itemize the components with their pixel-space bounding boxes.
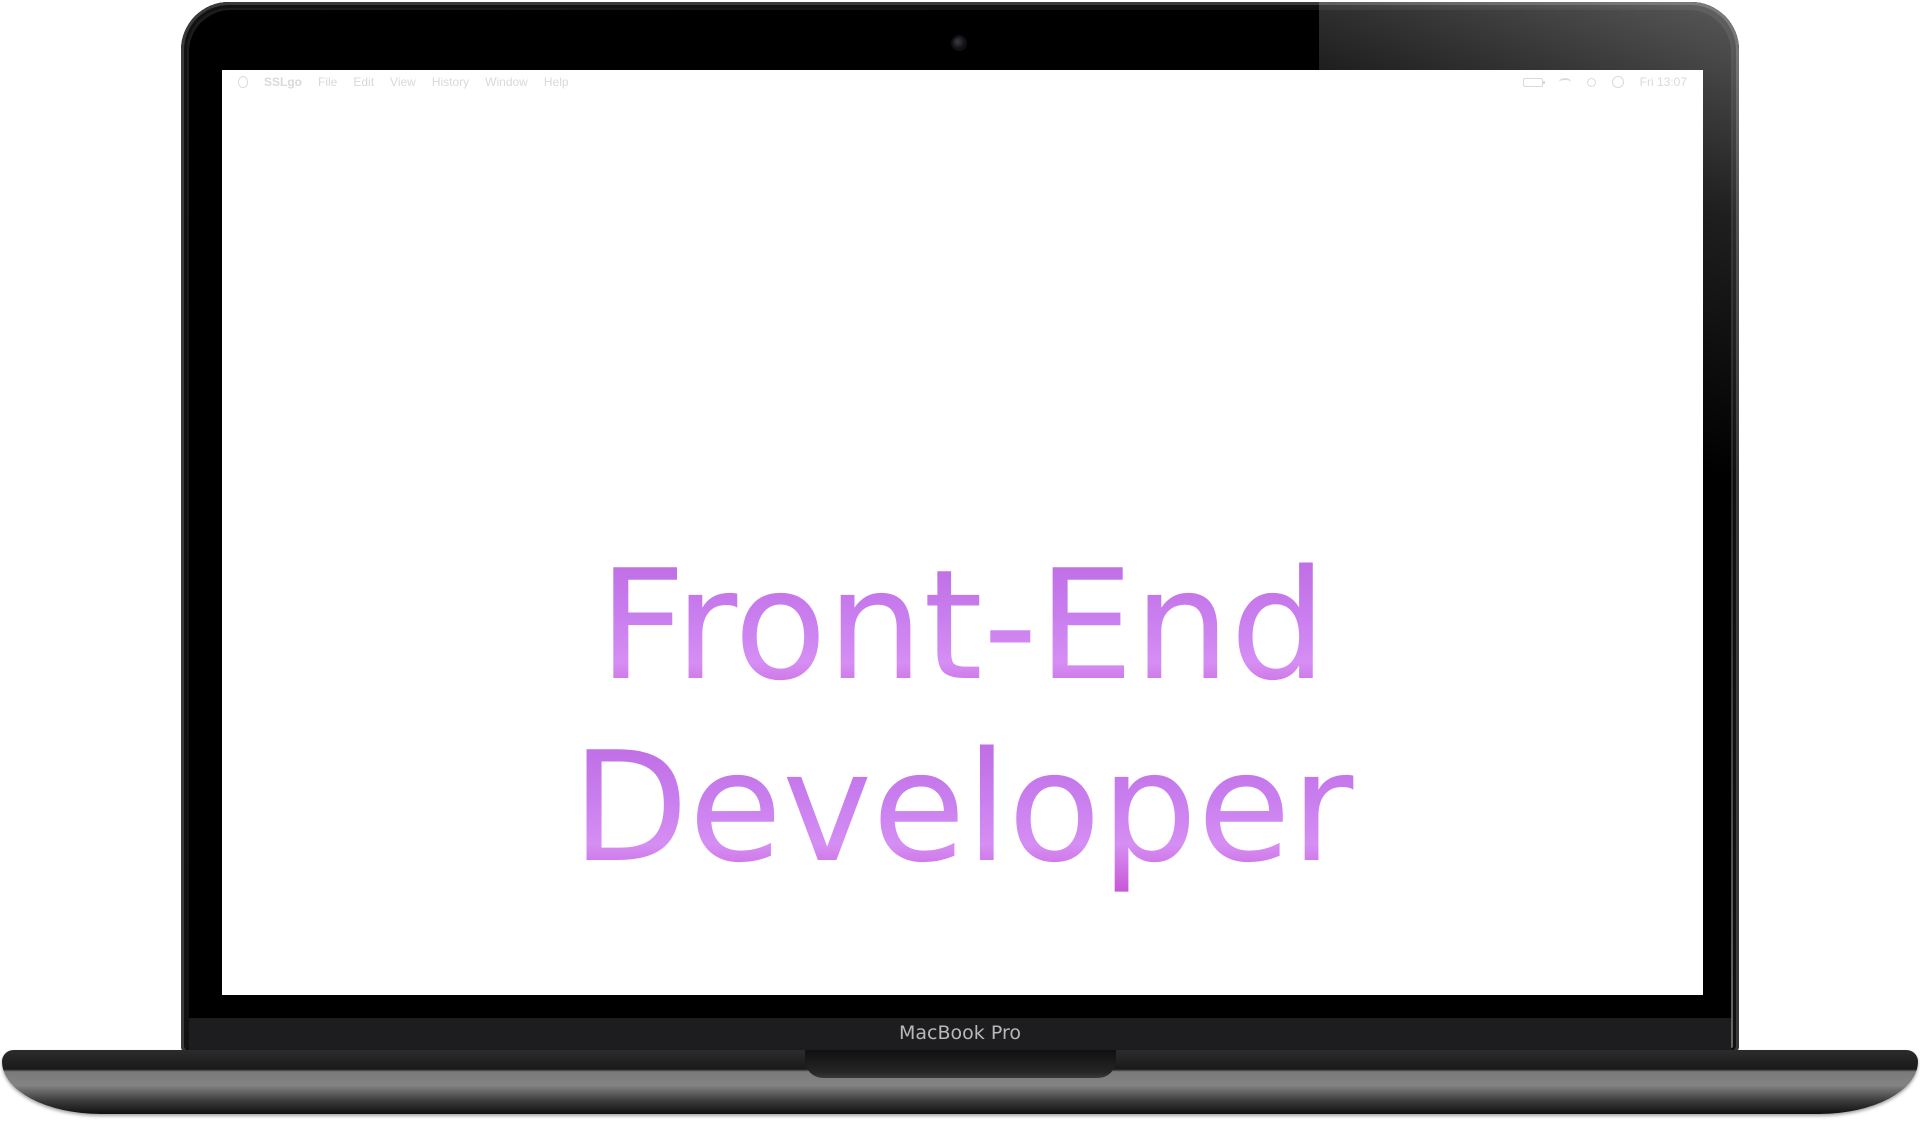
menu-bar-left: SSLgo File Edit View History Window Help [222, 75, 585, 89]
user-icon[interactable] [1611, 76, 1624, 88]
headline: Front-End Developer [222, 535, 1703, 899]
menu-item-window[interactable]: Window [485, 75, 528, 89]
device-brand-label: MacBook Pro [899, 1022, 1021, 1044]
laptop-screen: SSLgo File Edit View History Window Help… [222, 70, 1703, 995]
menu-clock[interactable]: Fri 13:07 [1640, 75, 1687, 89]
headline-line-2: Developer [222, 717, 1703, 899]
menu-item-history[interactable]: History [432, 75, 469, 89]
menu-item-help[interactable]: Help [544, 75, 569, 89]
apple-logo-icon[interactable] [238, 76, 248, 88]
menu-item-file[interactable]: File [318, 75, 337, 89]
menu-item-view[interactable]: View [390, 75, 416, 89]
battery-icon[interactable] [1522, 77, 1545, 87]
menu-item-edit[interactable]: Edit [353, 75, 374, 89]
menu-bar: SSLgo File Edit View History Window Help… [222, 70, 1703, 94]
wifi-icon[interactable] [1558, 78, 1571, 86]
menu-bar-right: Fri 13:07 [1507, 75, 1703, 89]
lid-open-notch [805, 1050, 1116, 1078]
camera-icon [953, 37, 965, 49]
menu-app-name[interactable]: SSLgo [264, 75, 302, 89]
headline-line-1: Front-End [222, 535, 1703, 717]
laptop-mockup: SSLgo File Edit View History Window Help… [0, 0, 1920, 1140]
search-icon[interactable] [1586, 77, 1596, 87]
